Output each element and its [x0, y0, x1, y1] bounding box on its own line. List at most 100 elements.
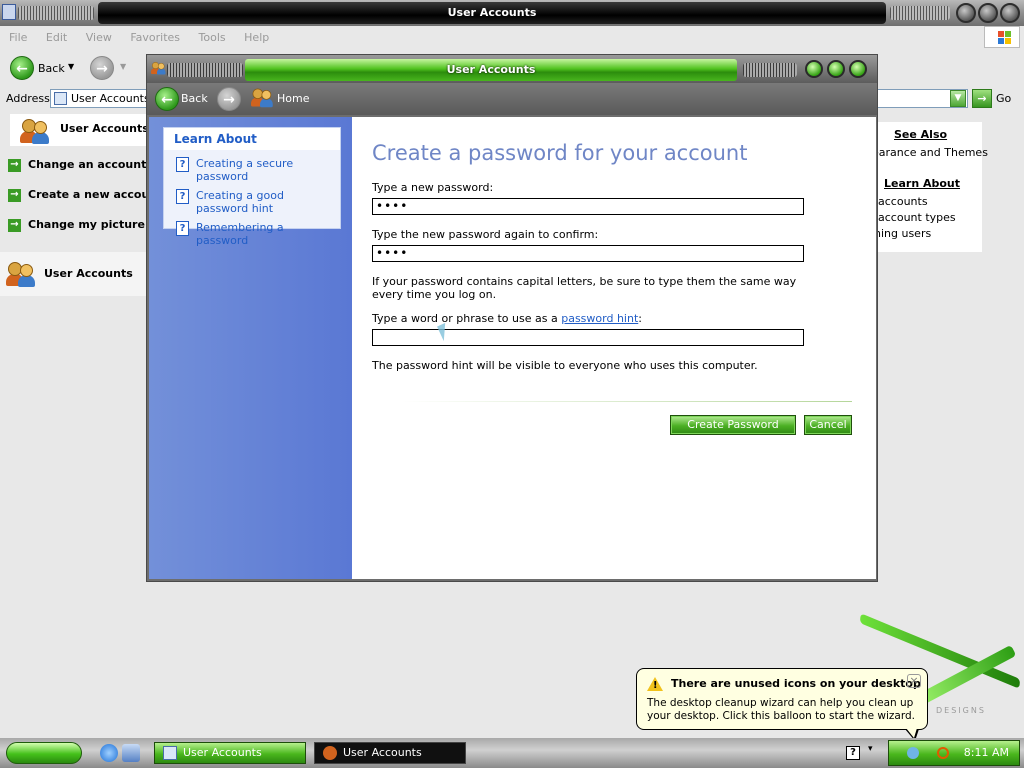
address-dropdown-icon[interactable]: ▼ [950, 90, 966, 107]
go-label[interactable]: Go [996, 92, 1011, 105]
minimize-button[interactable] [956, 3, 976, 23]
inner-titlebar: User Accounts [147, 55, 877, 83]
inner-back-label[interactable]: Back [181, 92, 208, 105]
confirm-password-field[interactable]: •••• [372, 245, 804, 262]
user-accounts-small-icon [323, 746, 337, 760]
menu-view[interactable]: View [86, 28, 112, 48]
taskbar-button-user-accounts-2[interactable]: User Accounts [314, 742, 466, 764]
new-password-field[interactable]: •••• [372, 198, 804, 215]
system-tray: ? ▾ 8:11 AM [840, 740, 1020, 766]
start-button[interactable] [6, 742, 82, 764]
menu-help[interactable]: Help [244, 28, 269, 48]
learn-link-label: Creating a secure password [196, 157, 294, 183]
cancel-button[interactable]: Cancel [804, 415, 852, 435]
task-change-account[interactable]: → Change an account [0, 150, 150, 180]
user-accounts-section-label: User Accounts [44, 267, 133, 280]
password-hint-field[interactable] [372, 329, 804, 346]
task-create-account[interactable]: → Create a new account [0, 180, 150, 210]
folder-icon [163, 746, 177, 760]
balloon-title: There are unused icons on your desktop [671, 677, 921, 690]
learn-item-account-types[interactable]: account types [878, 211, 956, 224]
see-also-heading: See Also [894, 128, 948, 141]
inner-back-arrow-icon[interactable]: ← [155, 87, 179, 111]
taskbar-button-label: User Accounts [183, 746, 262, 759]
back-dropdown-icon[interactable]: ▼ [68, 62, 74, 71]
task-list: → Change an account → Create a new accou… [0, 150, 150, 240]
search-tray-icon[interactable] [937, 747, 949, 759]
learn-about-heading: Learn About [884, 177, 961, 190]
home-label[interactable]: Home [277, 92, 309, 105]
task-label: Change an account [28, 158, 147, 171]
outer-window-title: User Accounts [98, 2, 886, 24]
confirm-password-label: Type the new password again to confirm: [372, 228, 599, 241]
learn-link-label: Creating a good password hint [196, 189, 284, 215]
green-arrow-icon: → [8, 219, 21, 232]
back-arrow-icon[interactable]: ← [10, 56, 34, 80]
menu-file[interactable]: File [9, 28, 27, 48]
learn-link-password-hint[interactable]: ? Creating a good password hint [164, 189, 340, 215]
learn-about-box: Learn About ? Creating a secure password… [163, 127, 341, 247]
home-icon[interactable] [251, 87, 277, 111]
forward-dropdown-icon[interactable]: ▼ [120, 62, 126, 71]
forward-arrow-icon[interactable]: → [90, 56, 114, 80]
go-arrow-icon[interactable]: → [972, 89, 992, 108]
learn-item-accounts[interactable]: accounts [878, 195, 928, 208]
tray-area: 8:11 AM [888, 740, 1020, 766]
hint-label: Type a word or phrase to use as a passwo… [372, 312, 642, 325]
inner-forward-arrow-icon[interactable]: → [217, 87, 241, 111]
internet-explorer-icon[interactable] [100, 744, 118, 762]
see-also-item[interactable]: earance and Themes [872, 146, 988, 159]
task-label: Create a new account [28, 188, 150, 201]
notification-balloon[interactable]: ! There are unused icons on your desktop… [636, 668, 928, 741]
inner-minimize-button[interactable] [805, 60, 823, 78]
password-hint-link[interactable]: password hint [561, 312, 638, 325]
outer-titlebar: User Accounts [0, 0, 1024, 26]
inner-window-icon[interactable] [151, 61, 167, 75]
address-value: User Accounts [71, 92, 150, 105]
task-label: Change my picture [28, 218, 145, 231]
taskbar-button-user-accounts-1[interactable]: User Accounts [154, 742, 306, 764]
page-title: Create a password for your account [372, 141, 748, 165]
balloon-tail-fill [906, 728, 917, 738]
help-icon: ? [176, 221, 189, 236]
hint-label-suffix: : [638, 312, 642, 325]
logo-text: DESIGNS [936, 706, 986, 715]
task-change-picture[interactable]: → Change my picture [0, 210, 150, 240]
inner-title-grip-right [743, 63, 797, 77]
create-password-button[interactable]: Create Password [670, 415, 796, 435]
inner-main-pane: Create a password for your account Type … [352, 117, 876, 579]
learn-about-title: Learn About [164, 128, 340, 150]
taskbar: User Accounts User Accounts ? ▾ 8:11 AM [0, 738, 1024, 768]
title-grip-right [890, 6, 950, 20]
inner-maximize-button[interactable] [827, 60, 845, 78]
network-icon[interactable] [907, 747, 919, 759]
clock[interactable]: 8:11 AM [964, 746, 1009, 759]
inner-left-pane: Learn About ? Creating a secure password… [149, 117, 352, 579]
inner-window: User Accounts ← Back → Home Learn About … [146, 54, 878, 582]
caps-note: If your password contains capital letter… [372, 275, 797, 301]
close-button[interactable] [1000, 3, 1020, 23]
new-password-label: Type a new password: [372, 181, 494, 194]
address-page-icon [54, 92, 67, 105]
inner-close-button[interactable] [849, 60, 867, 78]
help-icon: ? [176, 157, 189, 172]
hint-label-prefix: Type a word or phrase to use as a [372, 312, 562, 325]
learn-link-remembering[interactable]: ? Remembering a password [164, 221, 340, 247]
learn-link-secure-password[interactable]: ? Creating a secure password [164, 157, 340, 183]
green-arrow-icon: → [8, 159, 21, 172]
menu-edit[interactable]: Edit [46, 28, 67, 48]
taskbar-button-label: User Accounts [343, 746, 422, 759]
inner-title-grip-left [167, 63, 243, 77]
learn-item-switching-users[interactable]: hing users [874, 227, 931, 240]
help-tray-icon[interactable]: ? [846, 746, 860, 760]
tray-expand-icon[interactable]: ▾ [868, 744, 873, 754]
menu-tools[interactable]: Tools [199, 28, 226, 48]
show-desktop-icon[interactable] [122, 744, 140, 762]
balloon-close-icon[interactable]: × [907, 674, 921, 688]
window-system-icon[interactable] [2, 4, 16, 20]
menu-favorites[interactable]: Favorites [130, 28, 180, 48]
user-accounts-icon [6, 260, 36, 288]
back-label[interactable]: Back [38, 62, 65, 75]
maximize-button[interactable] [978, 3, 998, 23]
user-accounts-header-label: User Accounts [60, 122, 149, 135]
